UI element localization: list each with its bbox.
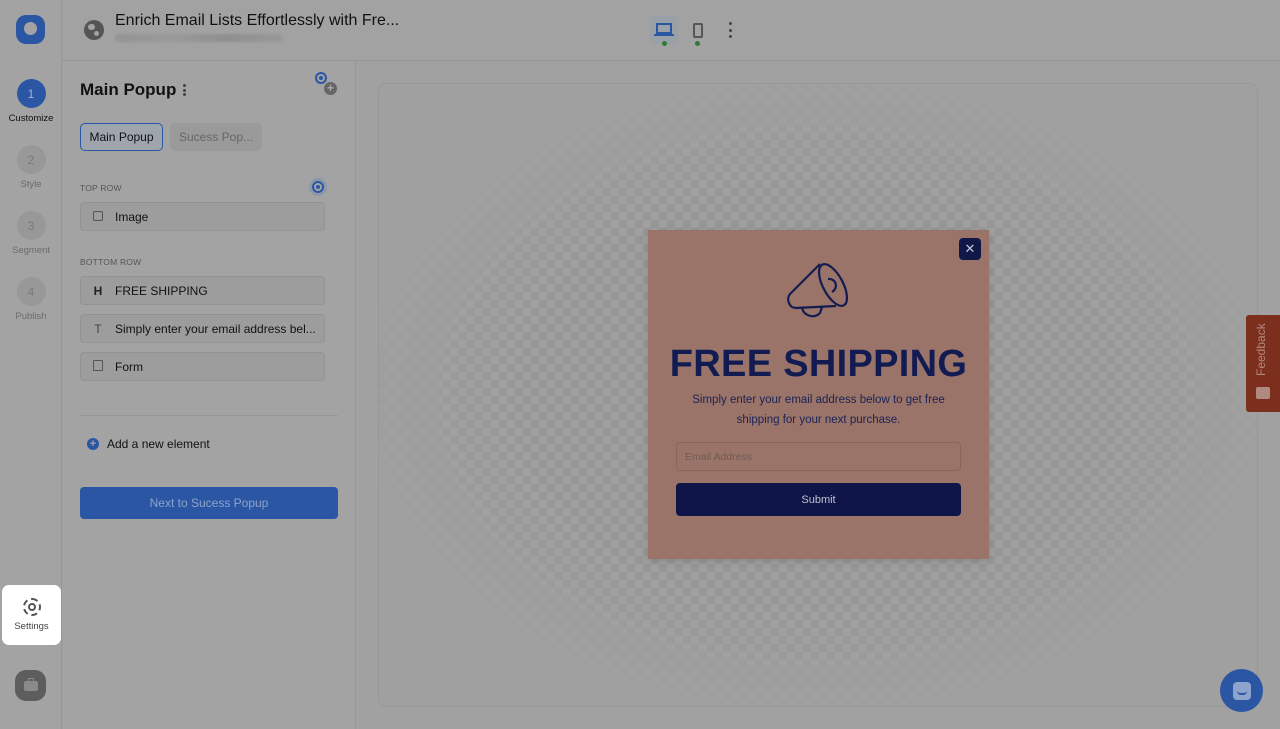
- step-label: Publish: [15, 311, 47, 322]
- popup-heading: FREE SHIPPING: [669, 343, 968, 385]
- popup-description: Simply enter your email address below to…: [692, 394, 945, 426]
- gear-icon: [22, 598, 41, 616]
- add-element-label: Add a new element: [107, 437, 210, 451]
- element-label: FREE SHIPPING: [115, 283, 208, 298]
- chat-launcher-button[interactable]: [1220, 669, 1263, 712]
- submit-button[interactable]: Submit: [676, 483, 961, 516]
- step-number: 1: [16, 79, 46, 108]
- step-label: Segment: [11, 245, 51, 256]
- more-options-icon[interactable]: [726, 22, 734, 38]
- customize-panel: Main Popup + Main Popup Sucess Pop... TO…: [62, 61, 356, 729]
- add-element-button[interactable]: + Add a new element: [87, 437, 210, 451]
- close-icon[interactable]: ✕: [959, 238, 981, 260]
- step-label: Customize: [8, 113, 54, 124]
- element-form[interactable]: Form: [80, 352, 325, 381]
- settings-button[interactable]: Settings: [2, 585, 61, 645]
- desktop-status-dot: [662, 41, 667, 46]
- element-label: Image: [115, 209, 149, 224]
- site-url-blurred: [115, 34, 283, 42]
- next-button[interactable]: Next to Sucess Popup: [80, 487, 338, 519]
- image-icon: [93, 210, 103, 221]
- text-icon: T: [94, 321, 102, 336]
- panel-title: Main Popup: [80, 80, 177, 99]
- plus-circle-icon: +: [87, 438, 99, 450]
- phone-icon: [693, 22, 703, 38]
- integrations-button[interactable]: [15, 670, 46, 701]
- feedback-label: Feedback: [1254, 323, 1268, 376]
- step-number: 2: [16, 145, 46, 174]
- email-field[interactable]: [676, 442, 961, 471]
- step-number: 3: [16, 211, 46, 240]
- settings-label: Settings: [14, 621, 49, 632]
- panel-more-icon[interactable]: [183, 84, 187, 96]
- element-heading[interactable]: H FREE SHIPPING: [80, 276, 325, 305]
- step-number: 4: [16, 277, 46, 306]
- popup-preview[interactable]: ✕ FREE SHIPPING Simply enter your email …: [648, 230, 989, 559]
- smiley-icon: [1256, 387, 1270, 399]
- heading-icon: H: [93, 283, 103, 298]
- desktop-preview-button[interactable]: [650, 16, 678, 44]
- step-label: Style: [20, 179, 42, 190]
- form-icon: [93, 359, 103, 371]
- top-row-label: TOP ROW: [80, 183, 122, 193]
- laptop-icon: [654, 22, 674, 36]
- step-sidebar: 1 Customize 2 Style 3 Segment 4 Publish …: [0, 0, 62, 729]
- step-segment[interactable]: 3 Segment: [0, 211, 62, 256]
- bottom-row-label: BOTTOM ROW: [80, 257, 142, 267]
- mobile-status-dot: [695, 41, 700, 46]
- mobile-preview-button[interactable]: [684, 16, 712, 44]
- element-label: Simply enter your email address bel...: [115, 321, 316, 336]
- step-publish[interactable]: 4 Publish: [0, 277, 62, 322]
- feedback-tab[interactable]: Feedback: [1246, 315, 1280, 412]
- megaphone-icon: [787, 263, 849, 318]
- hint-indicator-icon[interactable]: [315, 72, 327, 84]
- campaign-title[interactable]: Enrich Email Lists Effortlessly with Fre…: [115, 12, 399, 30]
- step-customize[interactable]: 1 Customize: [0, 79, 62, 124]
- globe-icon: [84, 20, 104, 40]
- tab-main-popup[interactable]: Main Popup: [80, 123, 163, 151]
- element-image[interactable]: Image: [80, 202, 325, 231]
- hint-indicator-icon[interactable]: [312, 181, 324, 193]
- divider: [80, 415, 338, 416]
- chat-icon: [1232, 681, 1251, 700]
- element-label: Form: [115, 359, 143, 374]
- element-text[interactable]: T Simply enter your email address bel...: [80, 314, 325, 343]
- app-logo[interactable]: [16, 15, 45, 44]
- briefcase-icon: [23, 677, 38, 691]
- step-style[interactable]: 2 Style: [0, 145, 62, 190]
- add-popup-icon[interactable]: +: [324, 82, 337, 95]
- tab-success-popup[interactable]: Sucess Pop...: [170, 123, 262, 151]
